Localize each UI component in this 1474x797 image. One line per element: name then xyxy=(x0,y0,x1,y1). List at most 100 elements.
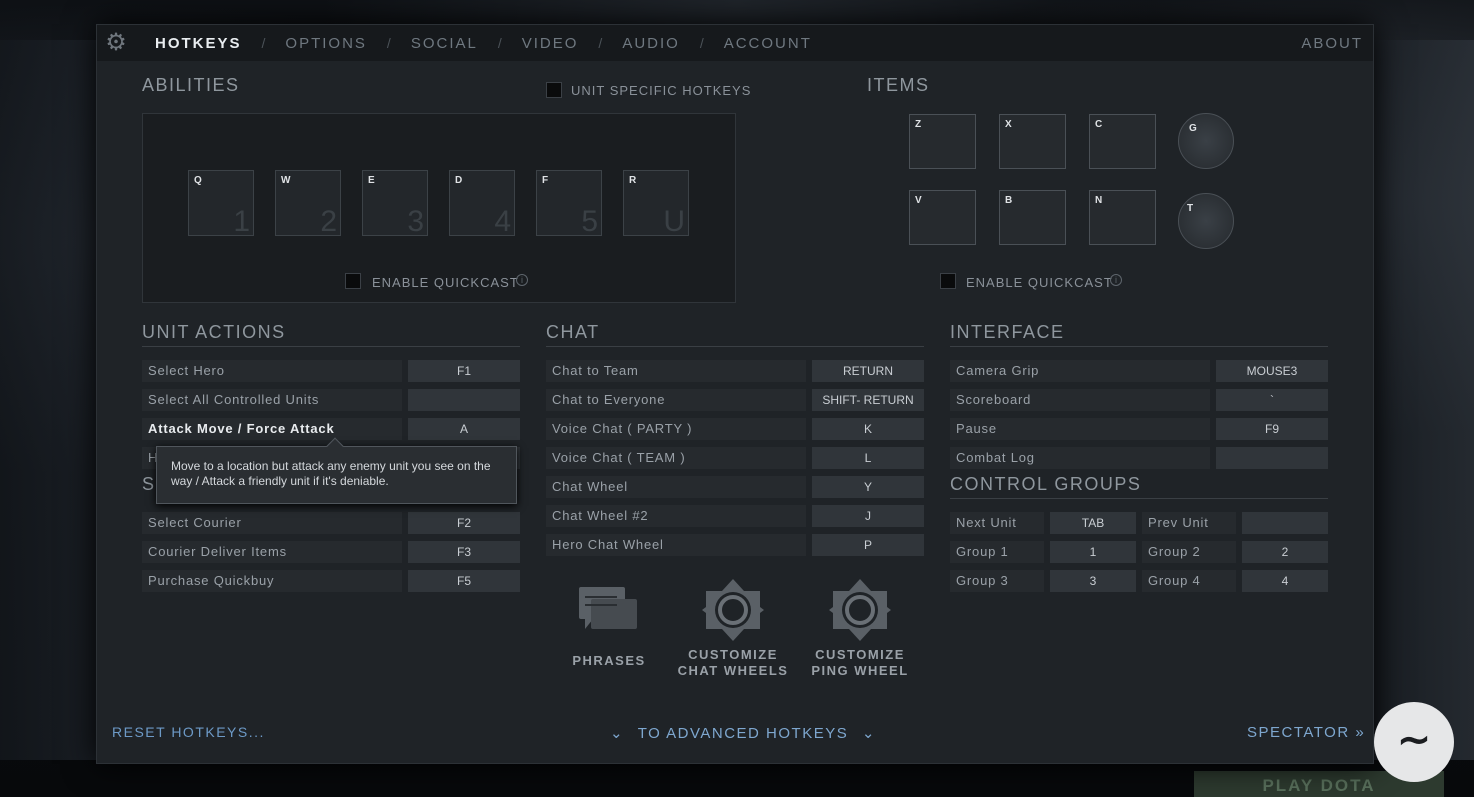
tab-options[interactable]: OPTIONS xyxy=(285,35,367,52)
hotkey-key[interactable]: F2 xyxy=(408,512,520,534)
phrases-button[interactable]: PHRASES xyxy=(559,585,659,669)
hotkey-label: Hero Chat Wheel xyxy=(546,534,806,556)
hotkey-key[interactable] xyxy=(1216,447,1328,469)
hotkey-key[interactable]: F3 xyxy=(408,541,520,563)
ability-number: U xyxy=(663,205,685,238)
hotkey-label: Chat Wheel #2 xyxy=(546,505,806,527)
hotkey-row[interactable]: Courier Deliver Items F3 xyxy=(142,541,520,563)
item-key: C xyxy=(1095,119,1103,130)
hotkey-key[interactable]: ` xyxy=(1216,389,1328,411)
hotkey-key[interactable]: L xyxy=(812,447,924,469)
divider xyxy=(950,498,1328,499)
customize-ping-wheel-button[interactable]: CUSTOMIZE PING WHEEL xyxy=(804,577,916,679)
ability-slot[interactable]: E 3 xyxy=(362,170,428,238)
hotkey-key[interactable]: A xyxy=(408,418,520,440)
ability-key: Q xyxy=(194,175,202,186)
hotkey-row[interactable]: Select Hero F1 xyxy=(142,360,520,382)
hotkey-row[interactable]: Hero Chat Wheel P xyxy=(546,534,924,556)
hotkey-key[interactable]: 1 xyxy=(1050,541,1136,563)
hotkey-key[interactable] xyxy=(1242,512,1328,534)
hotkey-key[interactable]: 3 xyxy=(1050,570,1136,592)
info-icon[interactable]: i xyxy=(516,274,528,286)
control-group-row[interactable]: Group 3 3 Group 4 4 xyxy=(950,570,1328,592)
ability-key: W xyxy=(281,175,291,186)
hotkey-key[interactable]: F9 xyxy=(1216,418,1328,440)
tab-social[interactable]: SOCIAL xyxy=(411,35,478,52)
item-slot[interactable]: V xyxy=(909,190,976,245)
spectator-link[interactable]: SPECTATOR » xyxy=(1247,724,1365,741)
hotkey-row[interactable]: Purchase Quickbuy F5 xyxy=(142,570,520,592)
hotkey-row[interactable]: Chat Wheel Y xyxy=(546,476,924,498)
ability-slot[interactable]: D 4 xyxy=(449,170,515,238)
hotkey-key[interactable]: 4 xyxy=(1242,570,1328,592)
ability-slot[interactable]: R U xyxy=(623,170,689,238)
hotkey-key[interactable] xyxy=(408,389,520,411)
hotkey-key[interactable]: Y xyxy=(812,476,924,498)
hotkey-label: Prev Unit xyxy=(1142,512,1236,534)
control-group-row[interactable]: Next Unit TAB Prev Unit xyxy=(950,512,1328,534)
hotkey-row[interactable]: Combat Log xyxy=(950,447,1328,469)
ability-key: E xyxy=(368,175,375,186)
hotkey-row[interactable]: Scoreboard ` xyxy=(950,389,1328,411)
unit-actions-subtitle: S xyxy=(142,474,156,494)
tab-account[interactable]: ACCOUNT xyxy=(724,35,812,52)
phrases-label: PHRASES xyxy=(572,653,646,668)
hotkey-label: Chat Wheel xyxy=(546,476,806,498)
hotkey-row[interactable]: Camera Grip MOUSE3 xyxy=(950,360,1328,382)
gear-icon[interactable]: ⚙ xyxy=(103,30,129,56)
hotkey-label: Next Unit xyxy=(950,512,1044,534)
tab-about[interactable]: ABOUT xyxy=(1301,35,1363,52)
chevron-down-icon: ⌄ xyxy=(610,725,625,742)
spectator-label: SPECTATOR xyxy=(1247,724,1350,741)
hotkey-label: Purchase Quickbuy xyxy=(142,570,402,592)
advanced-hotkeys-link[interactable]: ⌄ TO ADVANCED HOTKEYS ⌄ xyxy=(610,724,876,742)
control-group-row[interactable]: Group 1 1 Group 2 2 xyxy=(950,541,1328,563)
hotkey-row[interactable]: Voice Chat ( PARTY ) K xyxy=(546,418,924,440)
background-left-panel xyxy=(0,40,96,760)
item-slot[interactable]: N xyxy=(1089,190,1156,245)
hotkey-key[interactable]: F5 xyxy=(408,570,520,592)
hotkey-row[interactable]: Chat to Team RETURN xyxy=(546,360,924,382)
tab-hotkeys[interactable]: HOTKEYS xyxy=(155,35,242,52)
ability-slot[interactable]: W 2 xyxy=(275,170,341,238)
hotkey-label: Group 1 xyxy=(950,541,1044,563)
hotkey-label: Camera Grip xyxy=(950,360,1210,382)
hotkey-key[interactable]: SHIFT- RETURN xyxy=(812,389,924,411)
hotkey-row[interactable]: Voice Chat ( TEAM ) L xyxy=(546,447,924,469)
hotkey-label: Group 3 xyxy=(950,570,1044,592)
hotkey-key[interactable]: RETURN xyxy=(812,360,924,382)
hotkey-row[interactable]: Chat to Everyone SHIFT- RETURN xyxy=(546,389,924,411)
hotkey-row[interactable]: Pause F9 xyxy=(950,418,1328,440)
teleport-scroll-slot[interactable]: T xyxy=(1178,193,1234,249)
item-key: V xyxy=(915,195,922,206)
info-icon[interactable]: i xyxy=(1110,274,1122,286)
hotkey-row[interactable]: Attack Move / Force Attack A xyxy=(142,418,520,440)
unit-specific-hotkeys-checkbox[interactable] xyxy=(546,82,562,98)
advanced-hotkeys-label: TO ADVANCED HOTKEYS xyxy=(637,725,849,742)
hotkey-key[interactable]: J xyxy=(812,505,924,527)
item-slot[interactable]: X xyxy=(999,114,1066,169)
ability-slot[interactable]: Q 1 xyxy=(188,170,254,238)
hotkey-key[interactable]: 2 xyxy=(1242,541,1328,563)
abilities-quickcast-checkbox[interactable] xyxy=(345,273,361,289)
hotkey-key[interactable]: MOUSE3 xyxy=(1216,360,1328,382)
hotkey-key[interactable]: F1 xyxy=(408,360,520,382)
tab-audio[interactable]: AUDIO xyxy=(622,35,680,52)
neutral-item-slot[interactable]: G xyxy=(1178,113,1234,169)
hotkey-label: Combat Log xyxy=(950,447,1210,469)
item-slot[interactable]: C xyxy=(1089,114,1156,169)
ability-slot[interactable]: F 5 xyxy=(536,170,602,238)
reset-hotkeys-link[interactable]: RESET HOTKEYS... xyxy=(112,724,265,740)
hotkey-key[interactable]: K xyxy=(812,418,924,440)
item-key: X xyxy=(1005,119,1012,130)
item-slot[interactable]: B xyxy=(999,190,1066,245)
customize-chat-wheels-button[interactable]: CUSTOMIZE CHAT WHEELS xyxy=(677,577,789,679)
tab-video[interactable]: VIDEO xyxy=(522,35,579,52)
hotkey-key[interactable]: TAB xyxy=(1050,512,1136,534)
hotkey-key[interactable]: P xyxy=(812,534,924,556)
items-quickcast-checkbox[interactable] xyxy=(940,273,956,289)
item-slot[interactable]: Z xyxy=(909,114,976,169)
hotkey-row[interactable]: Chat Wheel #2 J xyxy=(546,505,924,527)
hotkey-row[interactable]: Select Courier F2 xyxy=(142,512,520,534)
hotkey-row[interactable]: Select All Controlled Units xyxy=(142,389,520,411)
